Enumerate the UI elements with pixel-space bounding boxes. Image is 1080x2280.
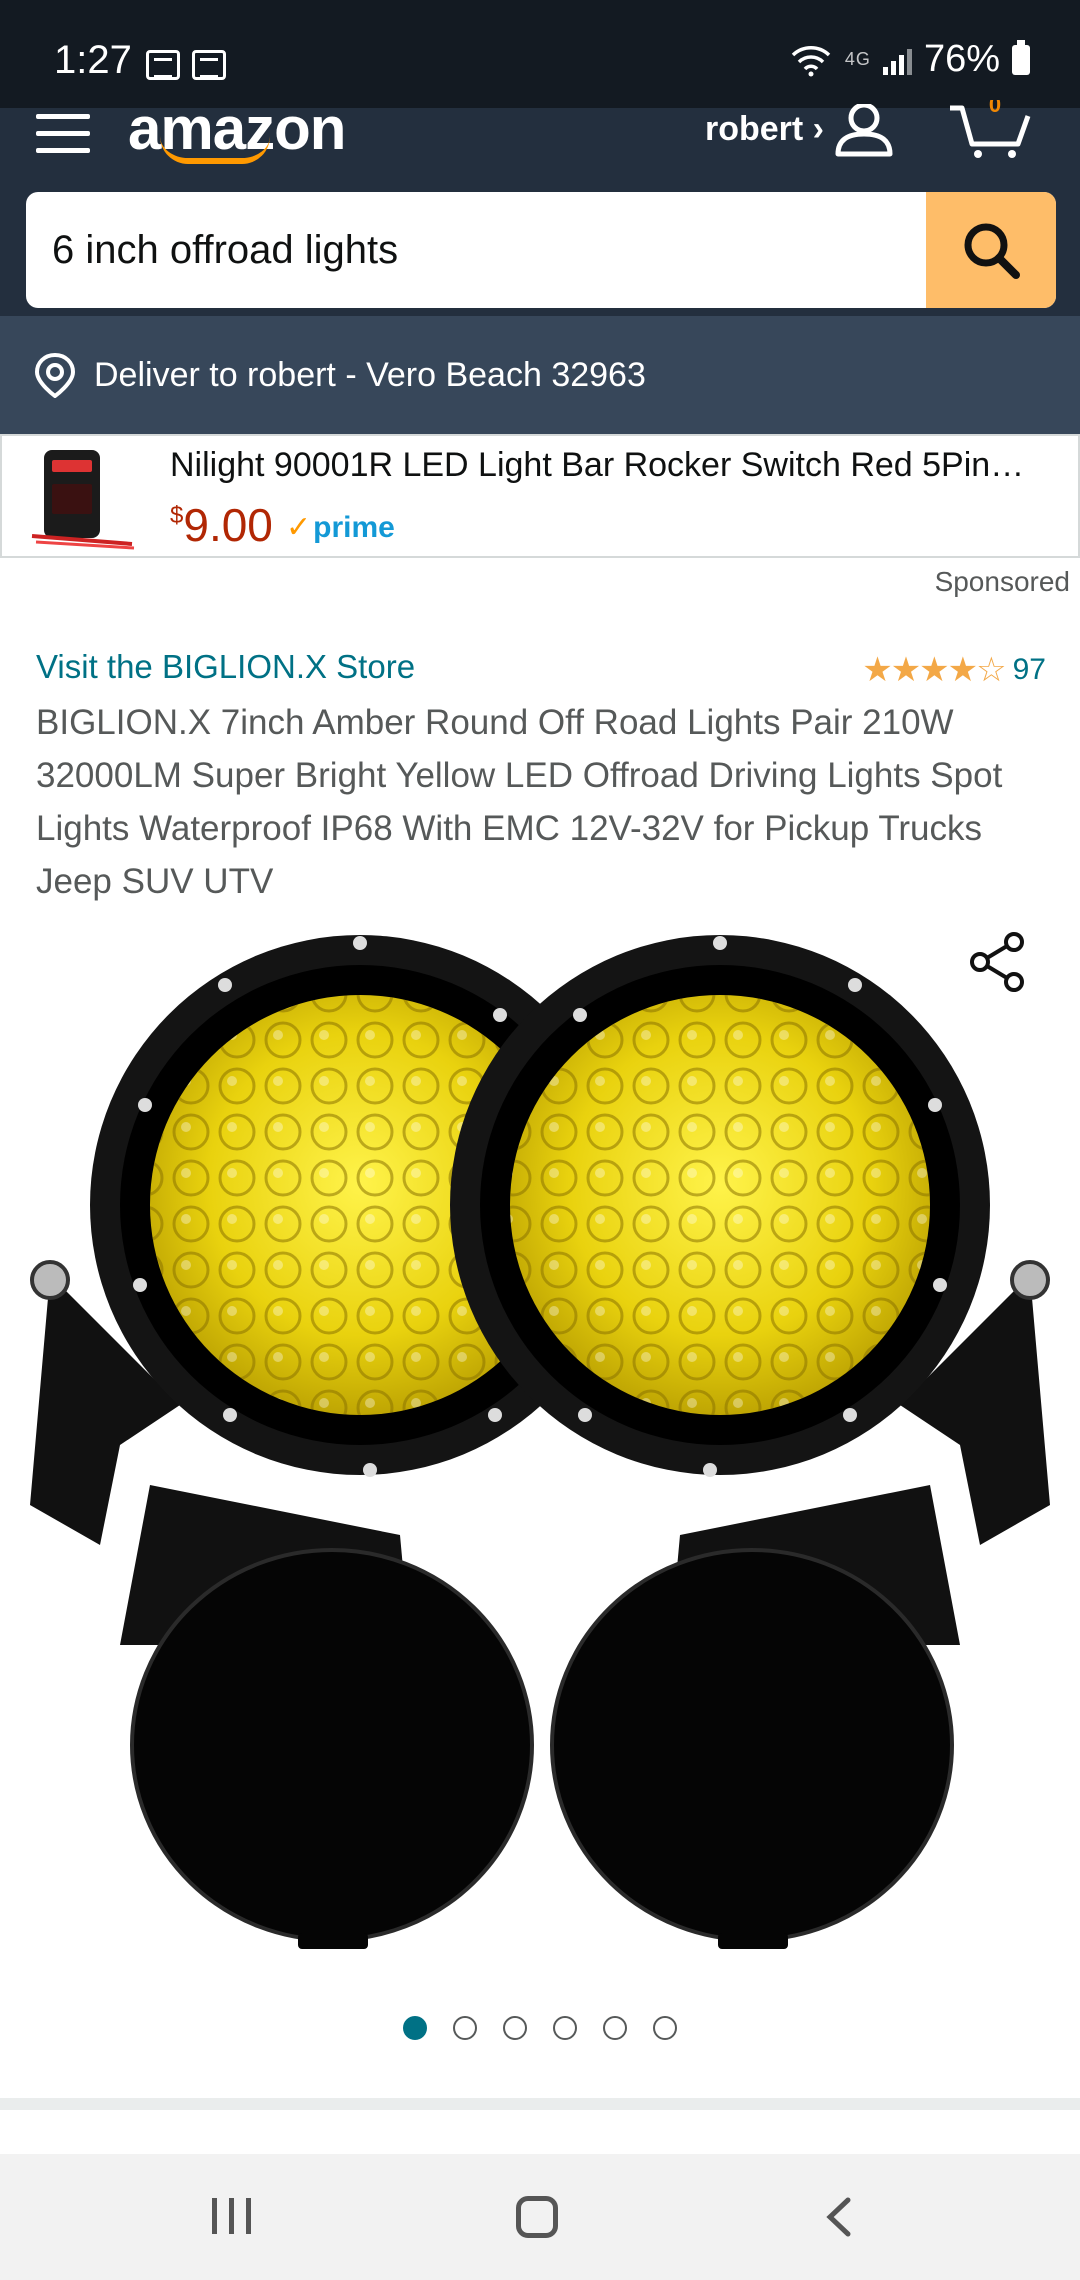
- rating-stars-icon: ★★★★☆: [862, 651, 1006, 689]
- cart-icon[interactable]: 0: [948, 100, 1032, 160]
- search-icon: [964, 223, 1020, 279]
- rating[interactable]: ★★★★☆ 97: [862, 650, 1046, 690]
- product-title: BIGLION.X 7inch Amber Round Off Road Lig…: [36, 703, 1003, 901]
- battery-icon: [1012, 39, 1030, 75]
- store-link[interactable]: Visit the BIGLION.X Store: [36, 648, 415, 686]
- wifi-icon: [791, 45, 831, 76]
- search-input[interactable]: [26, 192, 926, 308]
- amazon-logo-smile: [160, 136, 270, 164]
- image-carousel-dots: [0, 2016, 1080, 2040]
- location-pin-icon: [34, 352, 76, 398]
- status-time: 1:27: [54, 38, 132, 82]
- ad-price-currency: $: [170, 502, 184, 529]
- battery-percent: 76%: [923, 38, 1000, 80]
- share-icon[interactable]: [968, 932, 1028, 992]
- carousel-dot[interactable]: [653, 2016, 677, 2040]
- home-icon[interactable]: [516, 2196, 558, 2238]
- carousel-dot[interactable]: [553, 2016, 577, 2040]
- back-icon[interactable]: [820, 2196, 860, 2238]
- prime-label: prime: [313, 510, 395, 544]
- network-type: 4G: [844, 49, 871, 69]
- status-bar: 1:27 4G 76%: [0, 0, 1080, 108]
- ad-price-amount: 9.00: [183, 499, 273, 551]
- section-divider: [0, 2098, 1080, 2110]
- hamburger-menu-icon[interactable]: [36, 114, 90, 154]
- header: amazon robert › 0: [0, 95, 1080, 316]
- account-link[interactable]: robert ›: [705, 110, 824, 149]
- prime-badge: ✓ prime: [286, 510, 395, 545]
- rating-count[interactable]: 97: [1013, 653, 1046, 687]
- sponsored-ad[interactable]: Nilight 90001R LED Light Bar Rocker Swit…: [0, 434, 1080, 558]
- carousel-dot[interactable]: [403, 2016, 427, 2040]
- ad-product-thumbnail: [31, 450, 135, 550]
- ad-price: $ 9.00: [170, 498, 273, 552]
- carousel-dot[interactable]: [503, 2016, 527, 2040]
- user-icon[interactable]: [834, 104, 894, 158]
- status-indicators: 4G 76%: [789, 38, 1030, 81]
- cart-count: 0: [989, 100, 1001, 117]
- carousel-dot[interactable]: [603, 2016, 627, 2040]
- deliver-to-bar[interactable]: Deliver to robert - Vero Beach 32963: [0, 316, 1080, 434]
- signal-icon: [882, 45, 912, 75]
- news-notification-icon: [192, 50, 226, 80]
- deliver-to-text: Deliver to robert - Vero Beach 32963: [94, 355, 646, 394]
- prime-check-icon: ✓: [286, 511, 312, 544]
- search-bar: [26, 192, 1056, 308]
- ad-title[interactable]: Nilight 90001R LED Light Bar Rocker Swit…: [170, 446, 1050, 485]
- search-button[interactable]: [926, 192, 1056, 308]
- sponsored-label[interactable]: Sponsored: [935, 566, 1070, 598]
- carousel-dot[interactable]: [453, 2016, 477, 2040]
- recent-apps-icon[interactable]: [212, 2198, 251, 2234]
- system-navigation-bar: [0, 2154, 1080, 2280]
- news-notification-icon: [146, 50, 180, 80]
- product-image[interactable]: [30, 925, 1050, 1955]
